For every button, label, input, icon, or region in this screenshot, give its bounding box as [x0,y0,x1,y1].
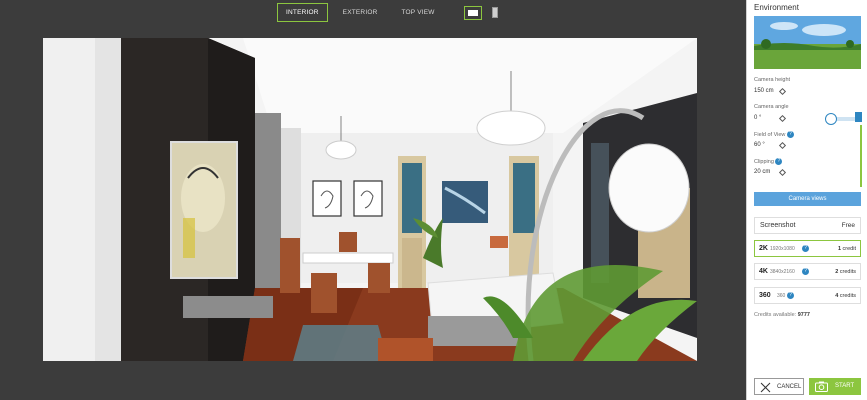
resolution-name: 4K [759,268,768,275]
cancel-button-label: CANCEL [777,384,802,390]
camera-indicator-icon [855,112,862,122]
resolution-dims: 1920x1080 [770,246,795,252]
field-of-view-stepper[interactable] [778,141,787,150]
start-button[interactable]: START [809,378,861,395]
resolution-credit-word: credits [839,269,856,275]
resolution-credit: 1 credit [838,246,856,252]
tab-interior[interactable]: INTERIOR [277,3,328,22]
view-tab-bar: INTERIOR EXTERIOR TOP VIEW [277,3,498,22]
resolution-credit-number: 2 [835,269,839,275]
environment-thumbnail[interactable] [754,16,861,69]
resolution-name: 360 [759,292,771,299]
camera-icon [815,381,828,392]
start-button-label: START [835,383,855,389]
camera-height-value[interactable]: 150 cm [754,88,774,94]
credits-available-value: 9777 [797,312,810,318]
portrait-mode-button[interactable] [491,7,498,18]
environment-panel: Environment Camera height 150 cm Camera … [746,0,867,400]
tab-exterior[interactable]: EXTERIOR [334,3,387,22]
tab-top-view[interactable]: TOP VIEW [392,3,443,22]
help-icon[interactable]: ? [802,268,809,275]
field-of-view-label-text: Field of View [754,131,786,138]
landscape-icon [467,9,478,16]
render-viewport: INTERIOR EXTERIOR TOP VIEW [0,0,746,400]
help-icon[interactable]: ? [786,131,794,138]
resolution-credit-word: credits [839,293,856,299]
camera-angle-value[interactable]: 0 ° [754,115,761,121]
field-of-view-label: Field of View ? [754,131,794,138]
close-icon [760,382,771,393]
resolution-credit: 2 credits [835,269,856,275]
panel-title: Environment [754,3,799,12]
resolution-credit: 4 credits [835,293,856,299]
resolution-option-360[interactable]: 360 360 ? 4 credits [754,287,861,304]
resolution-name: 2K [759,245,768,252]
credits-available: Credits available: 9777 [754,312,810,318]
resolution-credit-number: 1 [837,246,842,252]
cancel-button[interactable]: CANCEL [754,378,804,395]
field-of-view-value[interactable]: 60 ° [754,142,765,148]
credits-available-label: Credits available: [754,312,797,318]
camera-height-stepper[interactable] [778,87,787,96]
camera-views-button[interactable]: Camera views [754,192,861,206]
camera-angle-label: Camera angle [754,104,789,110]
interior-scene-image [43,38,697,361]
resolution-option-4k[interactable]: 4K 3840x2160 ? 2 credits [754,263,861,280]
resolution-credit-number: 4 [835,293,839,299]
camera-angle-stepper[interactable] [778,114,787,123]
screenshot-header: Screenshot Free [754,217,861,234]
clipping-label: Clipping ? [754,158,783,165]
resolution-credit-word: credit [842,246,856,252]
resolution-dims: 360 [777,293,786,299]
landscape-mode-button[interactable] [463,5,482,20]
camera-slider-handle[interactable] [825,113,837,125]
clipping-value[interactable]: 20 cm [754,169,770,175]
screenshot-free-label: Free [841,222,855,229]
camera-height-label: Camera height [754,77,791,83]
clipping-stepper[interactable] [778,168,787,177]
environment-landscape-image [754,16,861,69]
screenshot-title: Screenshot [760,222,796,229]
camera-height-gauge [860,125,862,187]
resolution-dims: 3840x2160 [770,269,795,275]
clipping-label-text: Clipping [754,158,774,165]
help-icon[interactable]: ? [802,245,809,252]
help-icon[interactable]: ? [787,292,794,299]
help-icon[interactable]: ? [775,158,783,165]
resolution-option-2k[interactable]: 2K 1920x1080 ? 1 credit [754,240,861,257]
render-preview [43,38,697,361]
